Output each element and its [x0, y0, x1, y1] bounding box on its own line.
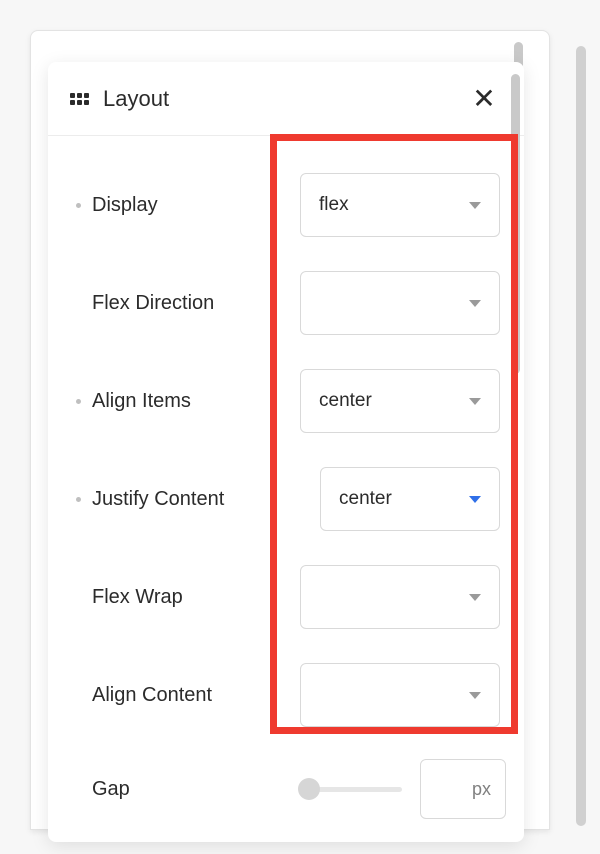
dropdown-display[interactable]: flex	[300, 173, 500, 237]
dropdown-justify-content[interactable]: center	[320, 467, 500, 531]
row-align-content: Align Content	[48, 646, 524, 744]
modified-dot	[76, 497, 81, 502]
dropdown-flex-wrap[interactable]	[300, 565, 500, 629]
modified-dot	[76, 399, 81, 404]
row-flex-direction: Flex Direction	[48, 254, 524, 352]
chevron-down-icon	[469, 594, 481, 601]
gap-unit-input[interactable]: px	[420, 759, 506, 819]
chevron-down-icon	[469, 202, 481, 209]
label-display: Display	[92, 194, 158, 217]
label-gap: Gap	[92, 778, 300, 801]
label-justify-content: Justify Content	[92, 488, 224, 511]
gap-slider[interactable]	[300, 777, 402, 801]
row-gap: Gap px	[48, 744, 524, 834]
dropdown-align-items[interactable]: center	[300, 369, 500, 433]
layout-icon	[70, 93, 89, 105]
chevron-down-icon	[469, 398, 481, 405]
row-align-items: Align Items center	[48, 352, 524, 450]
layout-panel: Layout ✕ Display flex Flex Direction	[48, 62, 524, 842]
outer-scrollbar[interactable]	[576, 46, 586, 826]
label-flex-direction: Flex Direction	[92, 292, 214, 315]
dropdown-value-display: flex	[319, 194, 469, 216]
label-flex-wrap: Flex Wrap	[92, 586, 183, 609]
label-align-items: Align Items	[92, 390, 191, 413]
chevron-down-icon	[469, 496, 481, 503]
gap-unit-label: px	[472, 779, 491, 800]
dropdown-flex-direction[interactable]	[300, 271, 500, 335]
row-flex-wrap: Flex Wrap	[48, 548, 524, 646]
panel-title: Layout	[103, 86, 466, 112]
panel-body: Display flex Flex Direction Align Items	[48, 136, 524, 834]
panel-header: Layout ✕	[48, 62, 524, 136]
label-align-content: Align Content	[92, 684, 212, 707]
row-display: Display flex	[48, 156, 524, 254]
chevron-down-icon	[469, 692, 481, 699]
dropdown-value-align-items: center	[319, 390, 469, 412]
dropdown-value-justify-content: center	[339, 488, 469, 510]
chevron-down-icon	[469, 300, 481, 307]
slider-thumb[interactable]	[298, 778, 320, 800]
close-button[interactable]: ✕	[466, 81, 502, 117]
modified-dot	[76, 203, 81, 208]
row-justify-content: Justify Content center	[48, 450, 524, 548]
dropdown-align-content[interactable]	[300, 663, 500, 727]
